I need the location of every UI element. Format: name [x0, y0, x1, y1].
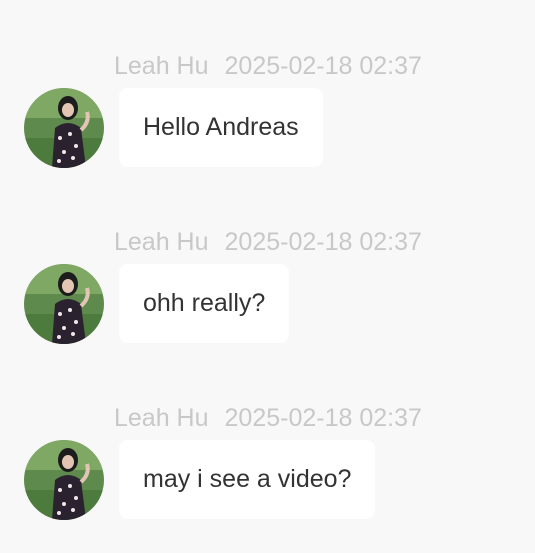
- message-bubble[interactable]: may i see a video?: [119, 440, 376, 519]
- message-meta: Leah Hu 2025-02-18 02:37: [114, 51, 422, 81]
- avatar[interactable]: [24, 440, 104, 520]
- sender-name: Leah Hu: [114, 404, 209, 432]
- user-avatar-photo-icon: [24, 88, 104, 168]
- message-bubble[interactable]: Hello Andreas: [119, 88, 323, 167]
- chat-message: Leah Hu 2025-02-18 02:37 Hello Andreas: [0, 51, 535, 201]
- avatar[interactable]: [24, 88, 104, 168]
- chat-message-list: Leah Hu 2025-02-18 02:37 Hello Andreas L…: [0, 0, 535, 547]
- message-timestamp: 2025-02-18 02:37: [224, 404, 422, 432]
- message-meta: Leah Hu 2025-02-18 02:37: [114, 227, 422, 257]
- user-avatar-photo-icon: [24, 264, 104, 344]
- sender-name: Leah Hu: [114, 228, 209, 256]
- avatar[interactable]: [24, 264, 104, 344]
- user-avatar-photo-icon: [24, 440, 104, 520]
- message-meta: Leah Hu 2025-02-18 02:37: [114, 403, 422, 433]
- message-bubble[interactable]: ohh really?: [119, 264, 290, 343]
- chat-message: Leah Hu 2025-02-18 02:37 may i see a vide…: [0, 403, 535, 553]
- message-timestamp: 2025-02-18 02:37: [224, 228, 422, 256]
- message-timestamp: 2025-02-18 02:37: [224, 52, 422, 80]
- chat-message: Leah Hu 2025-02-18 02:37 ohh really?: [0, 227, 535, 377]
- sender-name: Leah Hu: [114, 52, 209, 80]
